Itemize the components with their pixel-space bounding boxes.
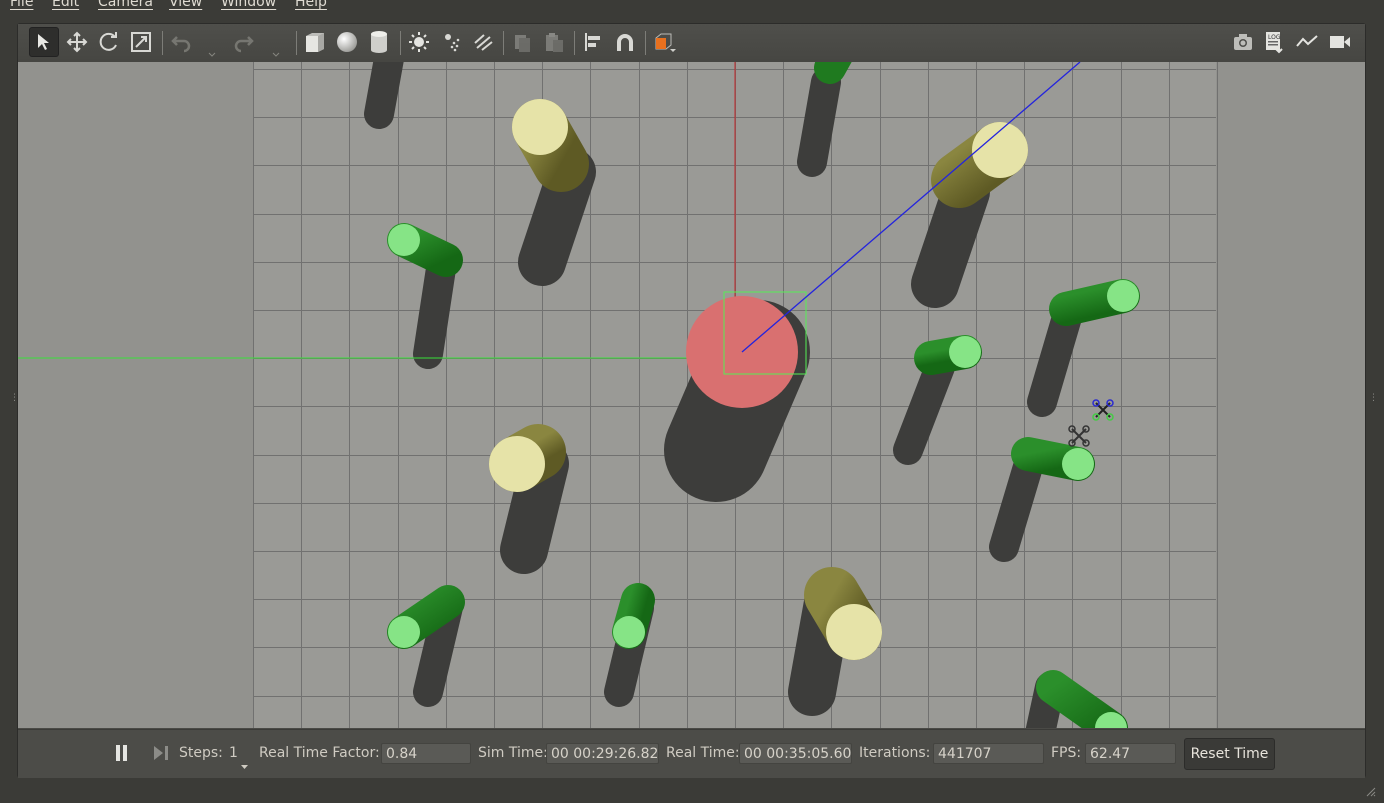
sim-time-field: 00 00:29:26.828 [546, 743, 659, 764]
svg-text:LOG: LOG [1268, 34, 1281, 41]
copy-icon[interactable] [507, 27, 537, 57]
record-video-icon[interactable] [1325, 27, 1355, 57]
steps-label: Steps: [179, 745, 223, 761]
toolbar-separator [400, 31, 401, 55]
sphere-shape-icon[interactable] [332, 27, 362, 57]
fps-field: 62.47 [1085, 743, 1176, 764]
pause-icon[interactable] [114, 744, 130, 762]
reset-time-button[interactable]: Reset Time [1184, 738, 1275, 770]
scene-render [18, 62, 1365, 728]
right-panel-handle[interactable]: ⋮ [1369, 394, 1378, 403]
toolbar-separator [574, 31, 575, 55]
view-angle-icon[interactable] [650, 27, 680, 57]
rtf-label: Real Time Factor: [259, 745, 380, 761]
redo-icon[interactable] [229, 27, 259, 57]
redo-dropdown-icon[interactable] [272, 43, 280, 57]
undo-icon[interactable] [166, 27, 196, 57]
toolbar-separator [645, 31, 646, 55]
rtf-field: 0.84 [381, 743, 471, 764]
menu-view[interactable]: View [169, 0, 202, 10]
steps-value[interactable]: 1 [229, 745, 238, 761]
menu-camera[interactable]: Camera [98, 0, 153, 10]
sim-time-label: Sim Time: [478, 745, 548, 761]
select-arrow-icon[interactable] [29, 27, 59, 57]
menu-window[interactable]: Window [221, 0, 276, 10]
box-shape-icon[interactable] [300, 27, 330, 57]
real-time-field: 00 00:35:05.605 [739, 743, 852, 764]
menu-bar: File Edit Camera View Window Help [0, 0, 1384, 20]
scene-viewport[interactable] [18, 62, 1365, 728]
menu-file[interactable]: File [10, 0, 33, 10]
directional-light-icon[interactable] [468, 27, 498, 57]
menu-edit[interactable]: Edit [52, 0, 79, 10]
screenshot-icon[interactable] [1228, 27, 1258, 57]
steps-dropdown-icon[interactable] [240, 755, 249, 774]
resize-grip-icon[interactable] [1364, 782, 1376, 801]
toolbar-separator [503, 31, 504, 55]
rotate-icon[interactable] [94, 27, 124, 57]
iterations-label: Iterations: [859, 745, 931, 761]
real-time-label: Real Time: [666, 745, 740, 761]
translate-icon[interactable] [62, 27, 92, 57]
menu-help[interactable]: Help [295, 0, 327, 10]
snap-magnet-icon[interactable] [610, 27, 640, 57]
step-forward-icon[interactable] [152, 744, 170, 762]
left-panel-handle[interactable]: ⋮ [10, 394, 19, 403]
undo-dropdown-icon[interactable] [208, 43, 216, 57]
toolbar-separator [296, 31, 297, 55]
scale-icon[interactable] [126, 27, 156, 57]
toolbar-separator [162, 31, 163, 55]
toolbar [18, 24, 1365, 62]
align-icon[interactable] [578, 27, 608, 57]
iterations-field: 441707 [933, 743, 1044, 764]
fps-label: FPS: [1051, 745, 1082, 761]
point-light-icon[interactable] [404, 27, 434, 57]
spot-light-icon[interactable] [436, 27, 466, 57]
cylinder-shape-icon[interactable] [364, 27, 394, 57]
paste-icon[interactable] [539, 27, 569, 57]
plot-icon[interactable] [1292, 27, 1322, 57]
log-icon[interactable]: LOG [1260, 27, 1290, 57]
